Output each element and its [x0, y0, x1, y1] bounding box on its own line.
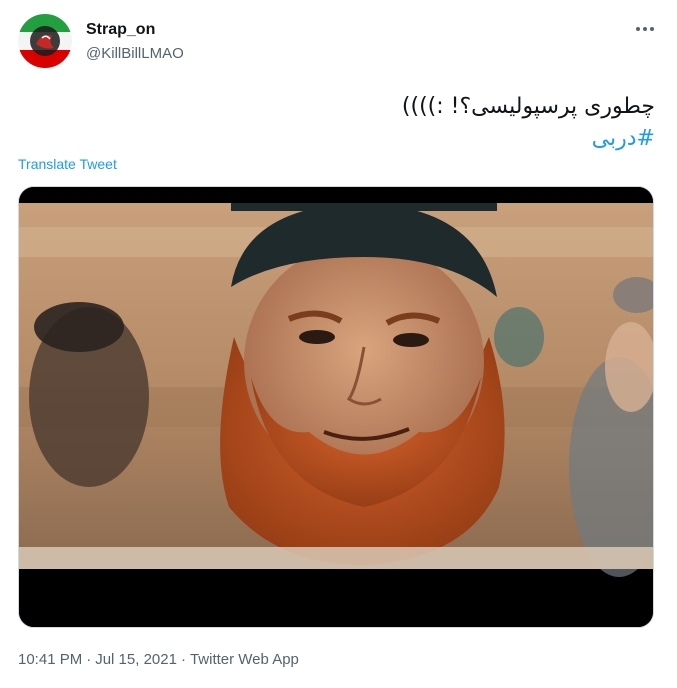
tweet-source[interactable]: Twitter Web App — [190, 651, 299, 668]
meta-separator: · — [86, 651, 92, 668]
user-handle[interactable]: @KillBillLMAO — [86, 44, 184, 64]
tweet-time[interactable]: 10:41 PM — [18, 651, 82, 668]
more-dot-icon — [636, 27, 640, 31]
display-name[interactable]: Strap_on — [86, 20, 155, 40]
tweet-card: Strap_on @KillBillLMAO چطوری پرسپولیسی؟!… — [0, 0, 677, 688]
tweet-media-image[interactable] — [18, 186, 654, 628]
more-dot-icon — [650, 27, 654, 31]
avatar[interactable] — [18, 14, 72, 68]
hashtag-link[interactable]: #دربی — [592, 124, 655, 154]
tweet-text: چطوری پرسپولیسی؟! :)))) — [401, 94, 655, 119]
meta-separator: · — [180, 651, 186, 668]
tweet-metadata: 10:41 PM · Jul 15, 2021 · Twitter Web App — [18, 650, 299, 670]
more-dot-icon — [643, 27, 647, 31]
translate-tweet-link[interactable]: Translate Tweet — [18, 155, 117, 173]
more-options-button[interactable] — [630, 14, 660, 44]
tweet-date[interactable]: Jul 15, 2021 — [95, 651, 177, 668]
